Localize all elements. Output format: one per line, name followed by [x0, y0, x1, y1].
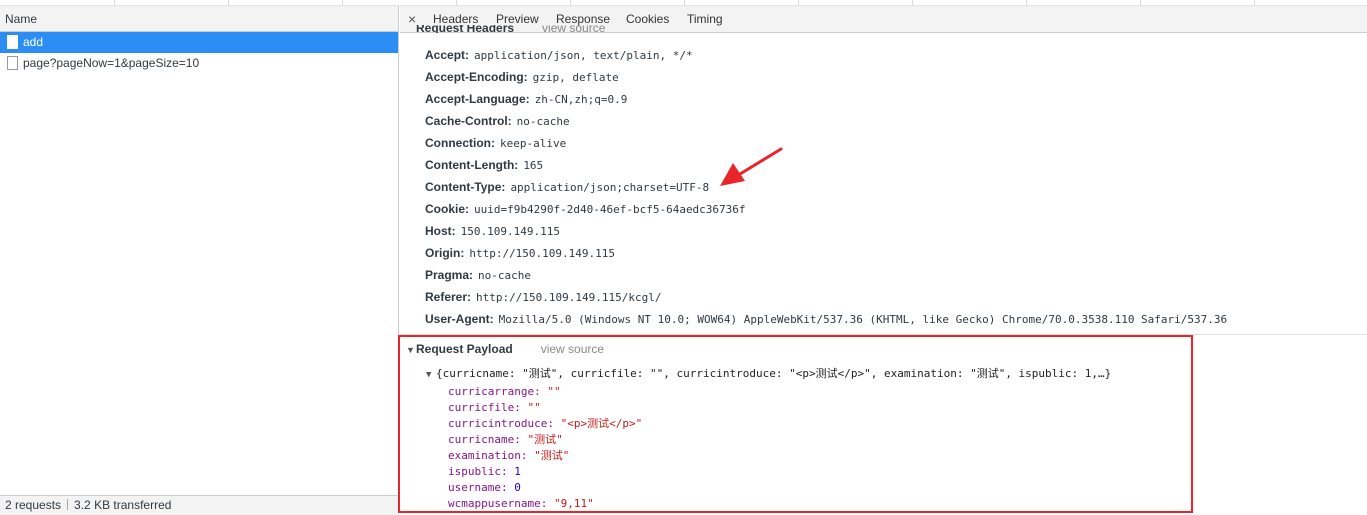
header-row: Cookie: uuid=f9b4290f-2d40-46ef-bcf5-64ae…	[425, 198, 1227, 220]
header-row: Content-Length: 165	[425, 154, 1227, 176]
header-key: Connection:	[425, 136, 495, 150]
header-row: Accept: application/json, text/plain, */*	[425, 44, 1227, 66]
tab-timing[interactable]: Timing	[687, 6, 723, 32]
document-icon	[7, 35, 18, 49]
header-value: gzip, deflate	[532, 71, 619, 84]
document-icon	[7, 56, 18, 70]
request-name: page?pageNow=1&pageSize=10	[23, 56, 200, 70]
name-column-label: Name	[5, 12, 38, 26]
payload-highlight-box	[398, 335, 1193, 513]
header-value: application/json;charset=UTF-8	[510, 181, 710, 194]
header-row: Cache-Control: no-cache	[425, 110, 1227, 132]
request-headers-list: Accept: application/json, text/plain, */*…	[425, 44, 1227, 330]
header-key: Pragma:	[425, 268, 474, 282]
request-row-page[interactable]: page?pageNow=1&pageSize=10	[0, 53, 398, 74]
header-row: Host: 150.109.149.115	[425, 220, 1227, 242]
header-row: Accept-Language: zh-CN,zh;q=0.9	[425, 88, 1227, 110]
header-value: zh-CN,zh;q=0.9	[534, 93, 628, 106]
header-row: Accept-Encoding: gzip, deflate	[425, 66, 1227, 88]
request-count: 2 requests	[5, 498, 62, 512]
header-value: 150.109.149.115	[460, 225, 561, 238]
header-key: Content-Length:	[425, 158, 519, 172]
header-value: 165	[523, 159, 544, 172]
header-key: Referer:	[425, 290, 472, 304]
header-key: Content-Type:	[425, 180, 506, 194]
name-column-header[interactable]: Name	[0, 6, 398, 32]
header-row: Referer: http://150.109.149.115/kcgl/	[425, 286, 1227, 308]
header-key: Cache-Control:	[425, 114, 512, 128]
transferred-size: 3.2 KB transferred	[74, 498, 172, 512]
header-value: no-cache	[478, 269, 532, 282]
header-value: keep-alive	[500, 137, 567, 150]
header-key: Origin:	[425, 246, 465, 260]
header-value: uuid=f9b4290f-2d40-46ef-bcf5-64aedc36736…	[474, 203, 746, 216]
header-key: Accept:	[425, 48, 470, 62]
header-row: Content-Type: application/json;charset=UT…	[425, 176, 1227, 198]
network-status-bar: 2 requests 3.2 KB transferred	[0, 495, 399, 515]
header-value: no-cache	[516, 115, 570, 128]
header-value: Mozilla/5.0 (Windows NT 10.0; WOW64) App…	[498, 313, 1228, 326]
annotation-arrow-icon	[720, 147, 783, 186]
request-row-add[interactable]: add	[0, 32, 398, 53]
header-key: Cookie:	[425, 202, 470, 216]
header-key: Accept-Encoding:	[425, 70, 528, 84]
header-key: Accept-Language:	[425, 92, 530, 106]
header-row: Pragma: no-cache	[425, 264, 1227, 286]
header-key: User-Agent:	[425, 312, 494, 326]
network-request-list: Name add page?pageNow=1&pageSize=10 2 re…	[0, 6, 399, 515]
close-icon[interactable]: ×	[408, 11, 416, 27]
tab-cookies[interactable]: Cookies	[626, 6, 669, 32]
header-key: Host:	[425, 224, 456, 238]
header-value: application/json, text/plain, */*	[474, 49, 693, 62]
header-row: User-Agent: Mozilla/5.0 (Windows NT 10.0;…	[425, 308, 1227, 330]
header-row: Connection: keep-alive	[425, 132, 1227, 154]
request-name: add	[23, 35, 44, 49]
header-value: http://150.109.149.115/kcgl/	[476, 291, 662, 304]
header-value: http://150.109.149.115	[469, 247, 616, 260]
status-separator	[67, 499, 69, 510]
header-row: Origin: http://150.109.149.115	[425, 242, 1227, 264]
